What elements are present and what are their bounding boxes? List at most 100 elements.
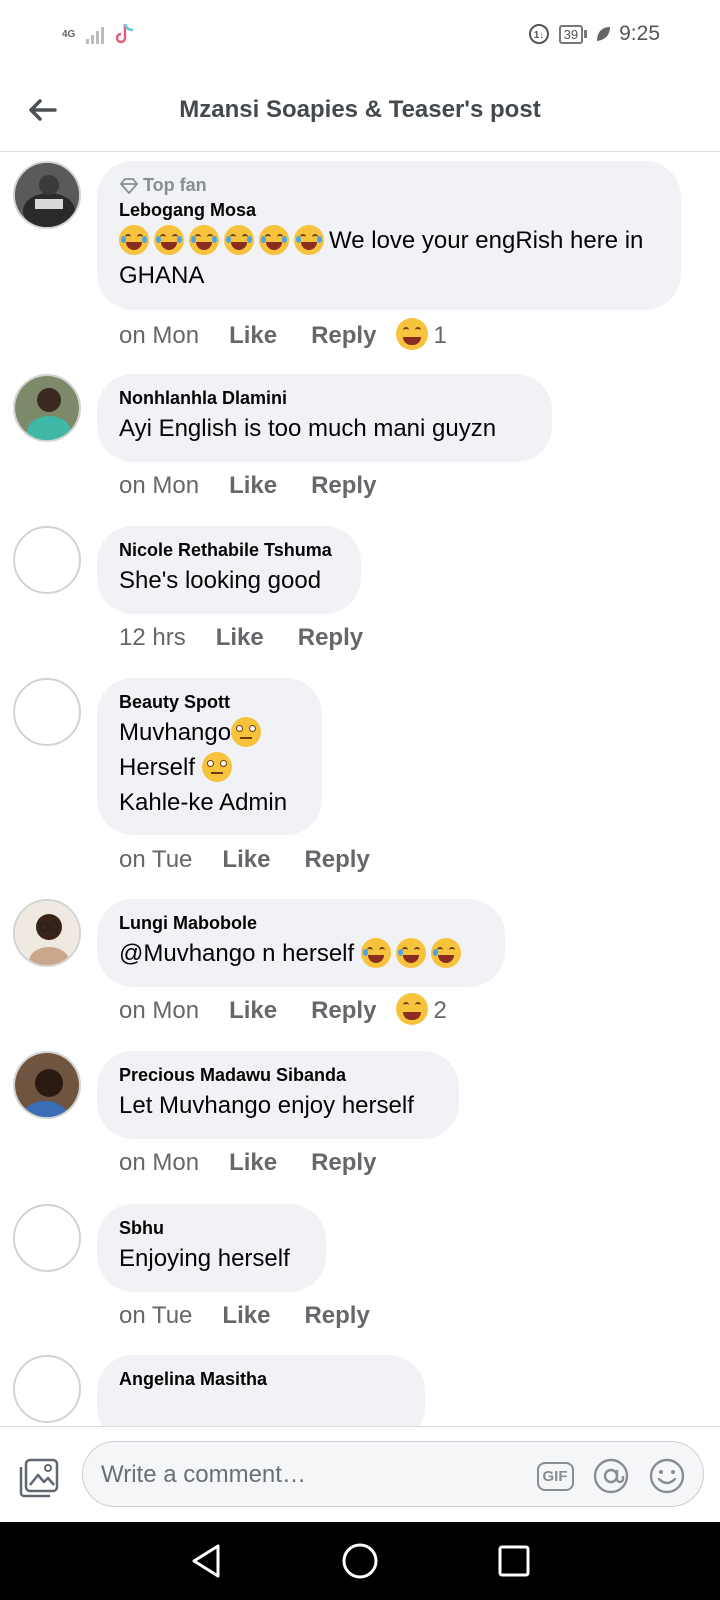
comment-bubble[interactable]: Nicole Rethabile Tshuma She's looking go… — [97, 526, 361, 614]
avatar[interactable] — [13, 1051, 81, 1119]
circle-home-icon — [342, 1543, 378, 1579]
comment-bubble[interactable]: Angelina Masitha — [97, 1355, 425, 1426]
comment-author[interactable]: Nicole Rethabile Tshuma — [119, 540, 339, 561]
comment-author[interactable]: Nonhlanhla Dlamini — [119, 388, 530, 409]
emoji-button[interactable] — [647, 1456, 687, 1496]
comment-text: She's looking good — [119, 567, 322, 594]
reaction-count: 2 — [433, 997, 447, 1024]
avatar[interactable] — [13, 161, 81, 229]
comment-meta: 12 hrs Like Reply — [119, 624, 363, 652]
comment-bubble[interactable]: Sbhu Enjoying herself — [97, 1204, 326, 1292]
svg-text:1↓: 1↓ — [533, 30, 544, 41]
eye-roll-emoji-icon — [201, 751, 232, 782]
nav-back-button[interactable] — [186, 1541, 226, 1581]
avatar[interactable] — [13, 1204, 81, 1272]
comment-time[interactable]: on Mon — [119, 472, 199, 500]
comment-text: We love your engRish here in GHANA — [119, 223, 659, 293]
tiktok-icon — [115, 23, 134, 44]
comment-line: Muvhango — [119, 719, 232, 746]
smiley-icon — [649, 1458, 685, 1494]
comment-meta: on Tue Like Reply — [119, 846, 370, 874]
comment-bubble[interactable]: Lungi Mabobole @Muvhango n herself — [97, 899, 505, 987]
page-title: Mzansi Soapies & Teaser's post — [179, 96, 541, 123]
comment-time[interactable]: 12 hrs — [119, 624, 186, 652]
clock: 9:25 — [619, 22, 660, 45]
rolling-laughing-emoji-icon — [360, 937, 391, 968]
comment-bubble[interactable]: Beauty Spott Muvhango Herself Kahle-ke A… — [97, 678, 322, 835]
laughing-tears-emoji-icon — [189, 224, 219, 255]
comment-time[interactable]: on Mon — [119, 322, 199, 350]
comment-author[interactable]: Angelina Masitha — [119, 1369, 403, 1390]
top-fan-label: Top fan — [143, 175, 207, 195]
reply-button[interactable]: Reply — [304, 846, 369, 874]
comment-line: @Muvhango n herself — [119, 940, 361, 967]
laughing-tears-emoji-icon — [259, 224, 289, 255]
status-right: 1↓ 39 9:25 — [527, 22, 660, 46]
nav-recents-button[interactable] — [494, 1541, 534, 1581]
system-nav-bar — [0, 1522, 720, 1600]
reply-button[interactable]: Reply — [311, 997, 376, 1025]
comment-bubble[interactable]: Top fan Lebogang Mosa We love your engRi… — [97, 161, 681, 310]
like-button[interactable]: Like — [229, 1149, 277, 1177]
avatar[interactable] — [13, 526, 81, 594]
nav-home-button[interactable] — [340, 1541, 380, 1581]
laughing-tears-emoji-icon — [119, 224, 149, 255]
like-button[interactable]: Like — [229, 472, 277, 500]
comment-text: Ayi English is too much mani guyzn — [119, 415, 497, 442]
comment-author[interactable]: Lungi Mabobole — [119, 913, 483, 934]
comment-time[interactable]: on Tue — [119, 1302, 192, 1330]
network-label: 4G — [62, 28, 76, 40]
comment-author[interactable]: Precious Madawu Sibanda — [119, 1065, 437, 1086]
at-sign-icon — [593, 1458, 629, 1494]
avatar[interactable] — [13, 678, 81, 746]
haha-reaction-icon — [396, 318, 429, 350]
reply-button[interactable]: Reply — [311, 1149, 376, 1177]
reply-button[interactable]: Reply — [298, 624, 363, 652]
comment-author[interactable]: Beauty Spott — [119, 692, 300, 713]
reaction-summary[interactable]: 2 — [396, 993, 447, 1027]
comments-list[interactable]: Top fan Lebogang Mosa We love your engRi… — [0, 152, 720, 1426]
comment-meta: on Tue Like Reply — [119, 1302, 370, 1330]
comment-input-placeholder: Write a comment… — [101, 1461, 306, 1488]
avatar[interactable] — [13, 899, 81, 967]
comment-time[interactable]: on Mon — [119, 1149, 199, 1177]
diamond-icon — [119, 177, 139, 194]
gif-button[interactable]: GIF — [535, 1456, 575, 1496]
comment-bubble[interactable]: Precious Madawu Sibanda Let Muvhango enj… — [97, 1051, 459, 1139]
like-button[interactable]: Like — [222, 1302, 270, 1330]
comment-author[interactable]: Lebogang Mosa — [119, 200, 659, 221]
photo-button[interactable] — [18, 1457, 60, 1499]
comment-meta: on Mon Like Reply — [119, 1149, 376, 1177]
comment-time[interactable]: on Mon — [119, 997, 199, 1025]
rolling-laughing-emoji-icon — [395, 937, 426, 968]
leaf-icon — [597, 27, 611, 41]
comment-time[interactable]: on Tue — [119, 846, 192, 874]
reply-button[interactable]: Reply — [311, 472, 376, 500]
comment-meta: on Mon Like Reply 2 — [119, 993, 447, 1027]
like-button[interactable]: Like — [216, 624, 264, 652]
haha-reaction-icon — [396, 993, 429, 1025]
reaction-count: 1 — [433, 322, 447, 349]
comment-meta: on Mon Like Reply 1 — [119, 318, 447, 352]
like-button[interactable]: Like — [222, 846, 270, 874]
like-button[interactable]: Like — [229, 997, 277, 1025]
comment-composer: Write a comment… GIF — [0, 1426, 720, 1522]
reply-button[interactable]: Reply — [311, 322, 376, 350]
status-bar: 4G 1↓ 39 9:25 — [0, 0, 720, 70]
comment-input[interactable]: Write a comment… GIF — [82, 1441, 704, 1507]
comment-text: Muvhango Herself Kahle-ke Admin — [119, 715, 300, 820]
comment-text: Enjoying herself — [119, 1245, 290, 1272]
status-left: 4G — [62, 22, 136, 46]
comment-author[interactable]: Sbhu — [119, 1218, 304, 1239]
comment-line: Kahle-ke Admin — [119, 789, 288, 816]
mention-button[interactable] — [591, 1456, 631, 1496]
avatar[interactable] — [13, 374, 81, 442]
battery-icon: 39 — [558, 24, 588, 44]
reaction-summary[interactable]: 1 — [396, 318, 447, 352]
reply-button[interactable]: Reply — [304, 1302, 369, 1330]
avatar[interactable] — [13, 1355, 81, 1423]
square-recents-icon — [498, 1545, 530, 1577]
comment-bubble[interactable]: Nonhlanhla Dlamini Ayi English is too mu… — [97, 374, 552, 462]
like-button[interactable]: Like — [229, 322, 277, 350]
signal-icon — [86, 24, 104, 44]
